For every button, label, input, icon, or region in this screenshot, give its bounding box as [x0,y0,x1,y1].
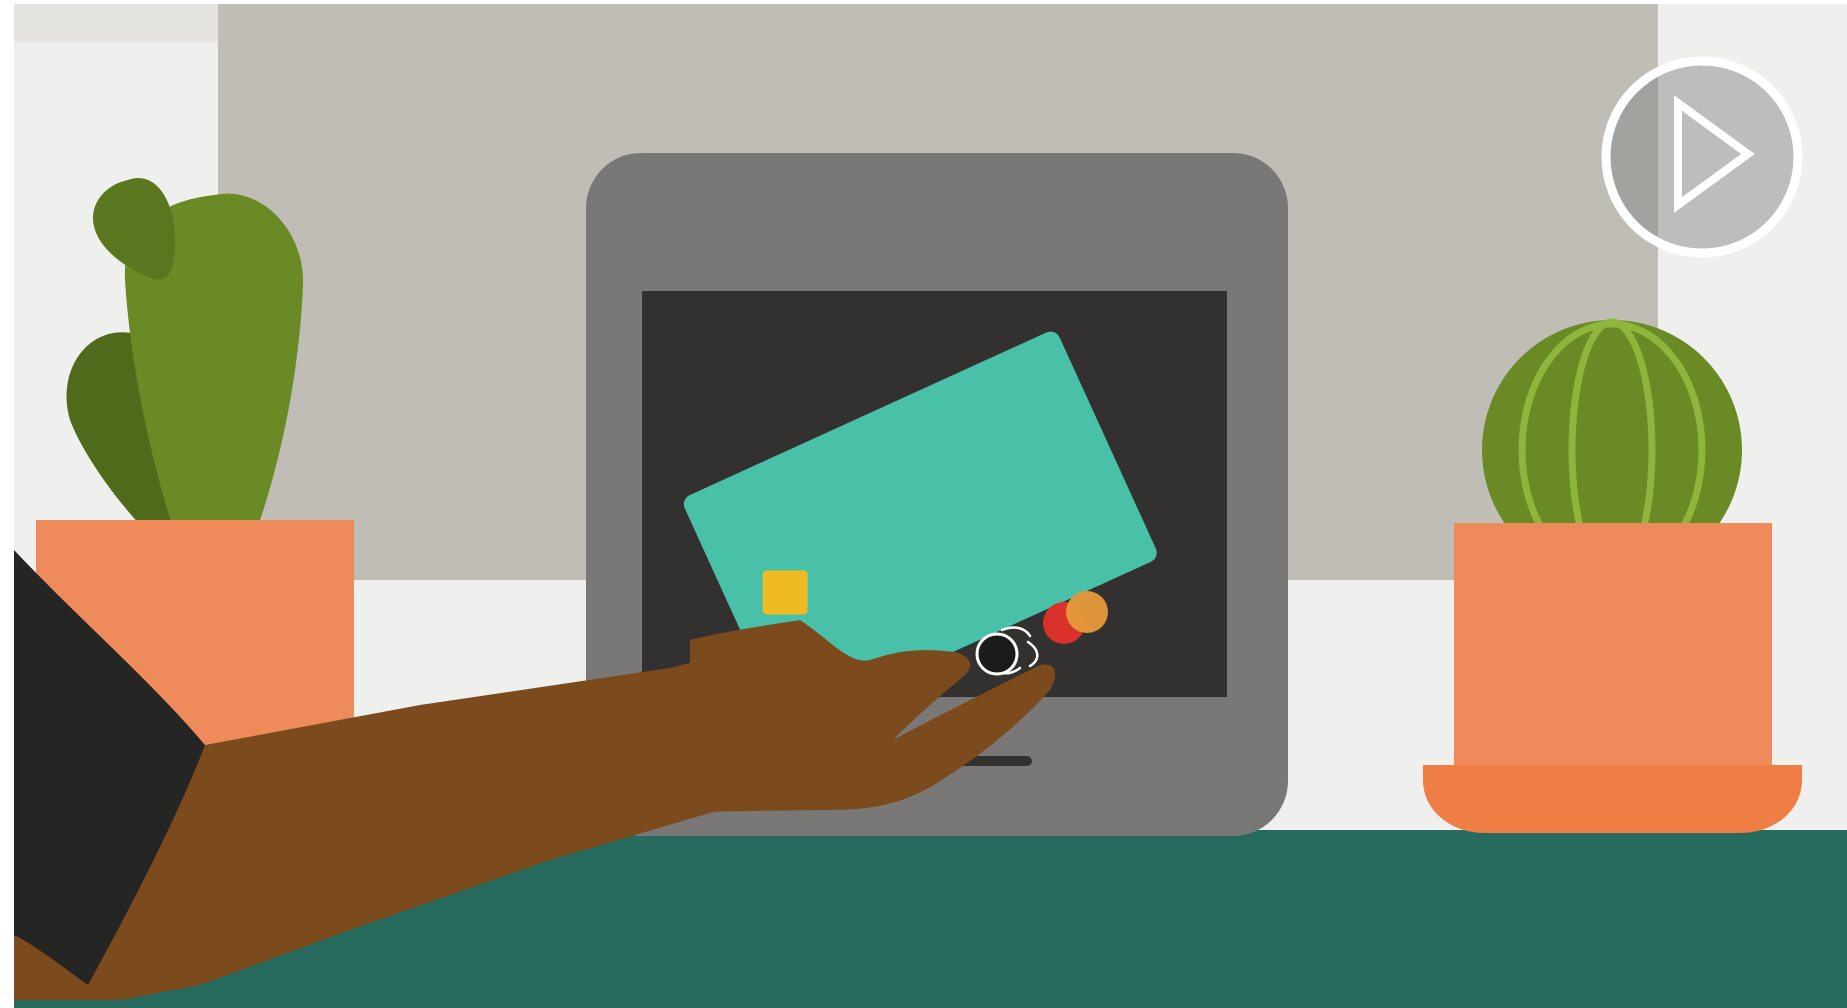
card-contactless-badge [975,632,1019,676]
card-chip [762,570,808,615]
right-pot-saucer [1423,765,1802,833]
video-player[interactable] [0,0,1847,1008]
contactless-payment-illustration [0,0,1847,1008]
play-icon [1601,56,1803,258]
card-logo-orange [1066,591,1108,633]
right-pot [1454,523,1772,768]
wall-top-strip [14,4,219,42]
play-button[interactable] [1596,51,1808,263]
